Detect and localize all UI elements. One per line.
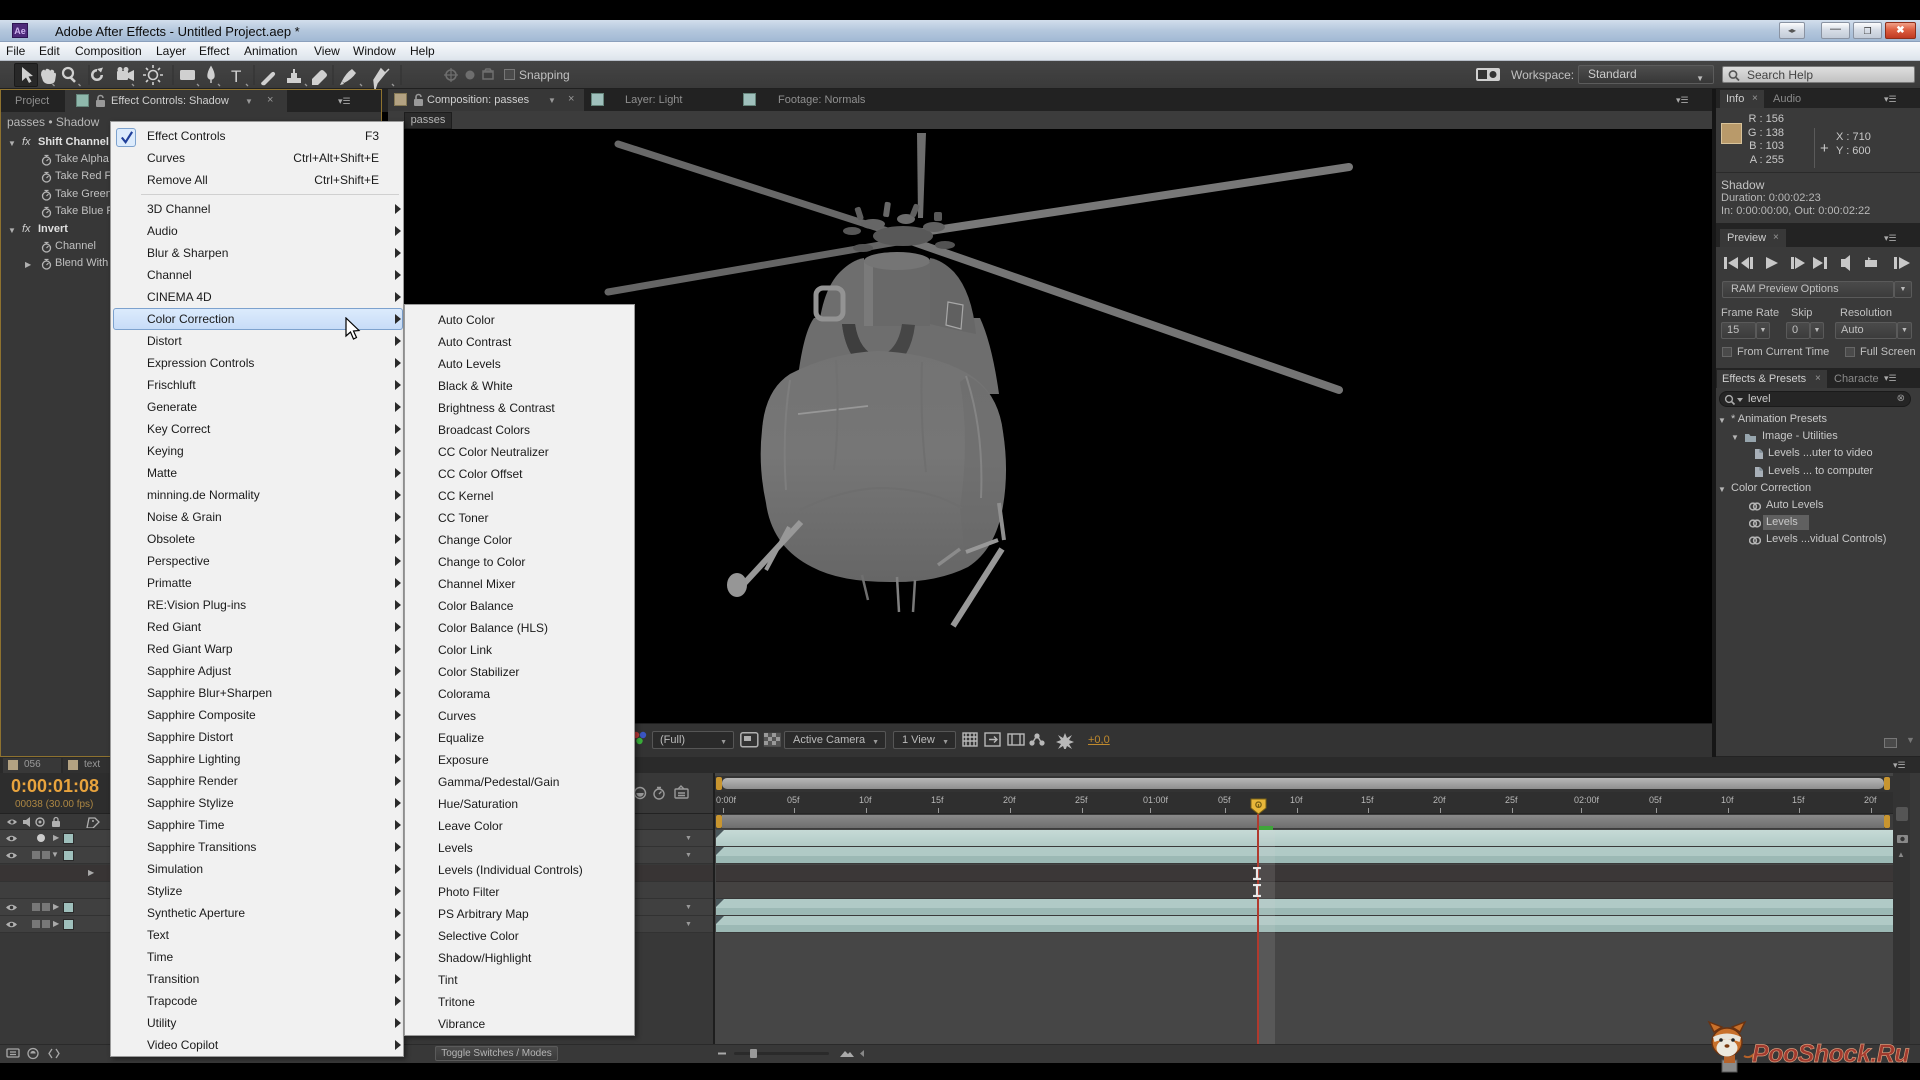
svg-text:T: T [231,67,241,86]
svg-text:PooShock.Ru: PooShock.Ru [1752,1040,1909,1068]
